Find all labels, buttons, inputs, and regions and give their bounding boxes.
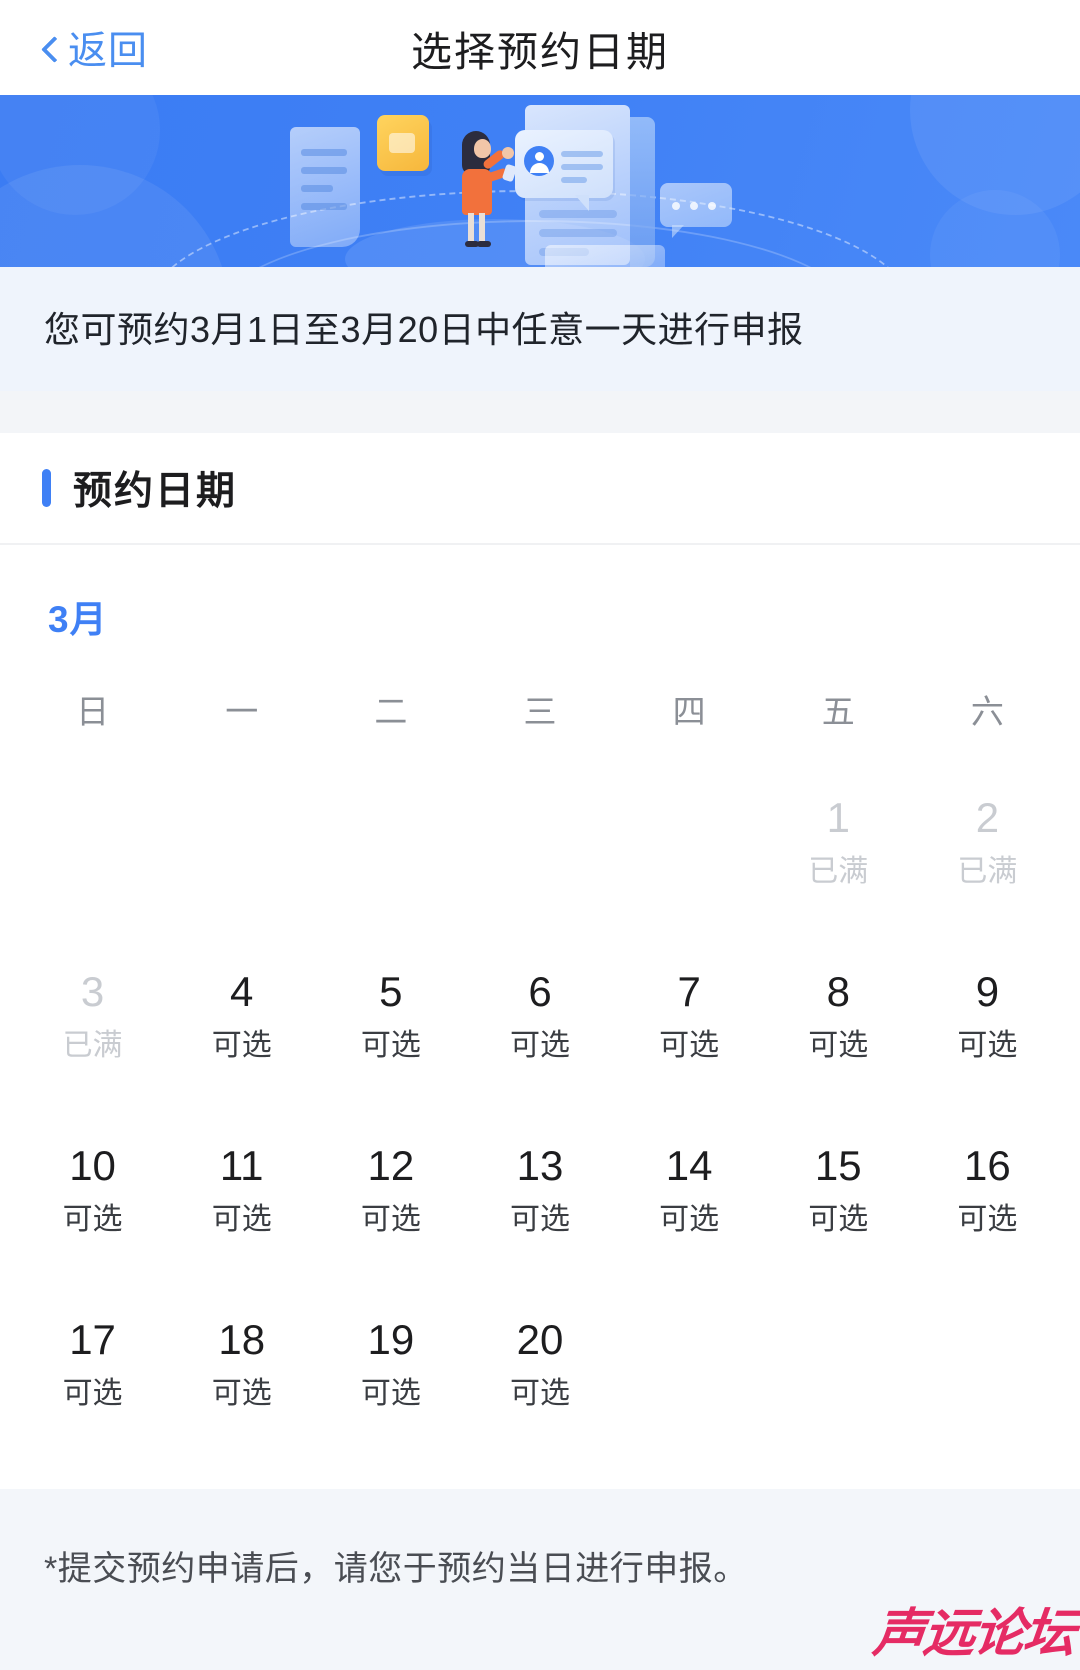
calendar-day-number: 15 <box>814 1142 862 1189</box>
hero-banner <box>0 95 1080 267</box>
accent-bar <box>42 469 51 507</box>
calendar-day-number: 18 <box>218 1316 266 1363</box>
calendar-weekday-header: 日 一 二 三 四 五 六 <box>18 685 1062 733</box>
calendar-day-status: 可选 <box>509 1029 570 1062</box>
calendar-day-status: 可选 <box>211 1203 272 1236</box>
calendar-day-14[interactable]: 14 可选 <box>615 1103 764 1277</box>
calendar-day-7[interactable]: 7 可选 <box>615 929 764 1103</box>
calendar-day-status: 可选 <box>211 1377 272 1410</box>
calendar-day-status: 可选 <box>62 1377 123 1410</box>
calendar-day-10[interactable]: 10 可选 <box>18 1103 167 1277</box>
calendar-day-status: 可选 <box>360 1203 421 1236</box>
watermark: 声远论坛 <box>870 1604 1077 1664</box>
section-divider <box>0 391 1080 433</box>
navigation-bar: 返回 选择预约日期 <box>0 0 1080 95</box>
calendar-day-grid: 1 已满 2 已满 3 已满 4 可选 5 可选 6 可选 7 可选 8 可选 9 可选 10 可选 11 可选 12 可选 1… <box>18 755 1062 1451</box>
weekday-wed: 三 <box>523 693 557 730</box>
calendar-day-status: 可选 <box>659 1029 720 1062</box>
calendar-day-number: 13 <box>516 1142 564 1189</box>
document-strip-icon <box>545 245 665 267</box>
calendar-day-12[interactable]: 12 可选 <box>316 1103 465 1277</box>
calendar-day-number: 8 <box>826 968 850 1015</box>
calendar-day-number: 11 <box>219 1142 264 1189</box>
weekday-fri: 五 <box>821 693 855 730</box>
calendar-day-status: 可选 <box>957 1203 1018 1236</box>
calendar-day-number: 9 <box>975 968 1000 1015</box>
calendar-day-number: 7 <box>677 968 701 1015</box>
calendar-day-status: 已满 <box>808 855 869 888</box>
calendar-day-18[interactable]: 18 可选 <box>167 1277 316 1451</box>
avatar-icon <box>524 146 554 176</box>
calendar-day-number: 10 <box>69 1142 116 1189</box>
chat-bubble-dots-icon <box>660 183 732 238</box>
calendar-day-3: 3 已满 <box>18 929 167 1103</box>
calendar-day-status: 可选 <box>808 1203 869 1236</box>
calendar-day-4[interactable]: 4 可选 <box>167 929 316 1103</box>
calendar-day-number: 17 <box>69 1316 116 1363</box>
calendar: 3月 日 一 二 三 四 五 六 1 已满 2 已满 3 已满 4 可选 5 可选 6 可选 7 可选 8 可… <box>0 545 1080 1451</box>
calendar-day-status: 可选 <box>211 1029 272 1062</box>
calendar-day-status: 可选 <box>659 1203 720 1236</box>
calendar-day-number: 12 <box>367 1142 415 1189</box>
calendar-day-status: 可选 <box>62 1203 123 1236</box>
section-title-label: 预约日期 <box>73 470 238 513</box>
calendar-day-19[interactable]: 19 可选 <box>316 1277 465 1451</box>
calendar-day-number: 19 <box>367 1316 415 1363</box>
calendar-day-15[interactable]: 15 可选 <box>764 1103 913 1277</box>
calendar-day-17[interactable]: 17 可选 <box>18 1277 167 1451</box>
calendar-day-16[interactable]: 16 可选 <box>913 1103 1062 1277</box>
calendar-day-status: 可选 <box>509 1377 570 1410</box>
calendar-day-1: 1 已满 <box>764 755 913 929</box>
calendar-day-status: 已满 <box>957 855 1018 888</box>
calendar-day-number: 5 <box>379 968 403 1015</box>
footer-note: *提交预约申请后，请您于预约当日进行申报。 <box>44 1550 748 1588</box>
calendar-day-number: 1 <box>826 794 850 841</box>
chat-bubble-avatar-icon <box>515 130 613 211</box>
calendar-day-status: 可选 <box>360 1029 421 1062</box>
calendar-day-8[interactable]: 8 可选 <box>764 929 913 1103</box>
folder-icon <box>377 115 429 171</box>
weekday-sat: 六 <box>970 693 1004 730</box>
document-card-icon <box>290 127 360 247</box>
page-title: 选择预约日期 <box>411 28 669 75</box>
calendar-day-status: 可选 <box>957 1029 1018 1062</box>
calendar-day-number: 4 <box>230 968 254 1015</box>
weekday-sun: 日 <box>76 693 110 730</box>
calendar-day-status: 可选 <box>509 1203 570 1236</box>
footer-note-area: *提交预约申请后，请您于预约当日进行申报。 声远论坛 <box>0 1489 1080 1670</box>
calendar-day-number: 3 <box>80 968 105 1015</box>
calendar-day-number: 16 <box>964 1142 1011 1189</box>
calendar-day-status: 可选 <box>360 1377 421 1410</box>
person-illustration <box>452 127 518 247</box>
calendar-day-number: 20 <box>516 1316 564 1363</box>
availability-notice: 您可预约3月1日至3月20日中任意一天进行申报 <box>0 267 1080 391</box>
calendar-day-status: 可选 <box>808 1029 869 1062</box>
calendar-day-number: 2 <box>975 794 1000 841</box>
calendar-day-number: 6 <box>528 968 552 1015</box>
calendar-day-20[interactable]: 20 可选 <box>465 1277 614 1451</box>
app-screen: 返回 选择预约日期 您可预约3月1日至3月20日中任意一天进行申报 预约日期 3… <box>0 0 1080 1670</box>
weekday-thu: 四 <box>672 693 706 730</box>
calendar-day-2: 2 已满 <box>913 755 1062 929</box>
calendar-day-13[interactable]: 13 可选 <box>465 1103 614 1277</box>
calendar-day-number: 14 <box>665 1142 713 1189</box>
calendar-day-6[interactable]: 6 可选 <box>465 929 614 1103</box>
section-header-appointment-date: 预约日期 <box>0 433 1080 545</box>
weekday-tue: 二 <box>374 693 408 730</box>
calendar-day-9[interactable]: 9 可选 <box>913 929 1062 1103</box>
calendar-day-status: 已满 <box>62 1029 123 1062</box>
calendar-day-11[interactable]: 11 可选 <box>167 1103 316 1277</box>
calendar-month-label: 3月 <box>48 599 108 640</box>
weekday-mon: 一 <box>225 693 259 730</box>
calendar-day-5[interactable]: 5 可选 <box>316 929 465 1103</box>
